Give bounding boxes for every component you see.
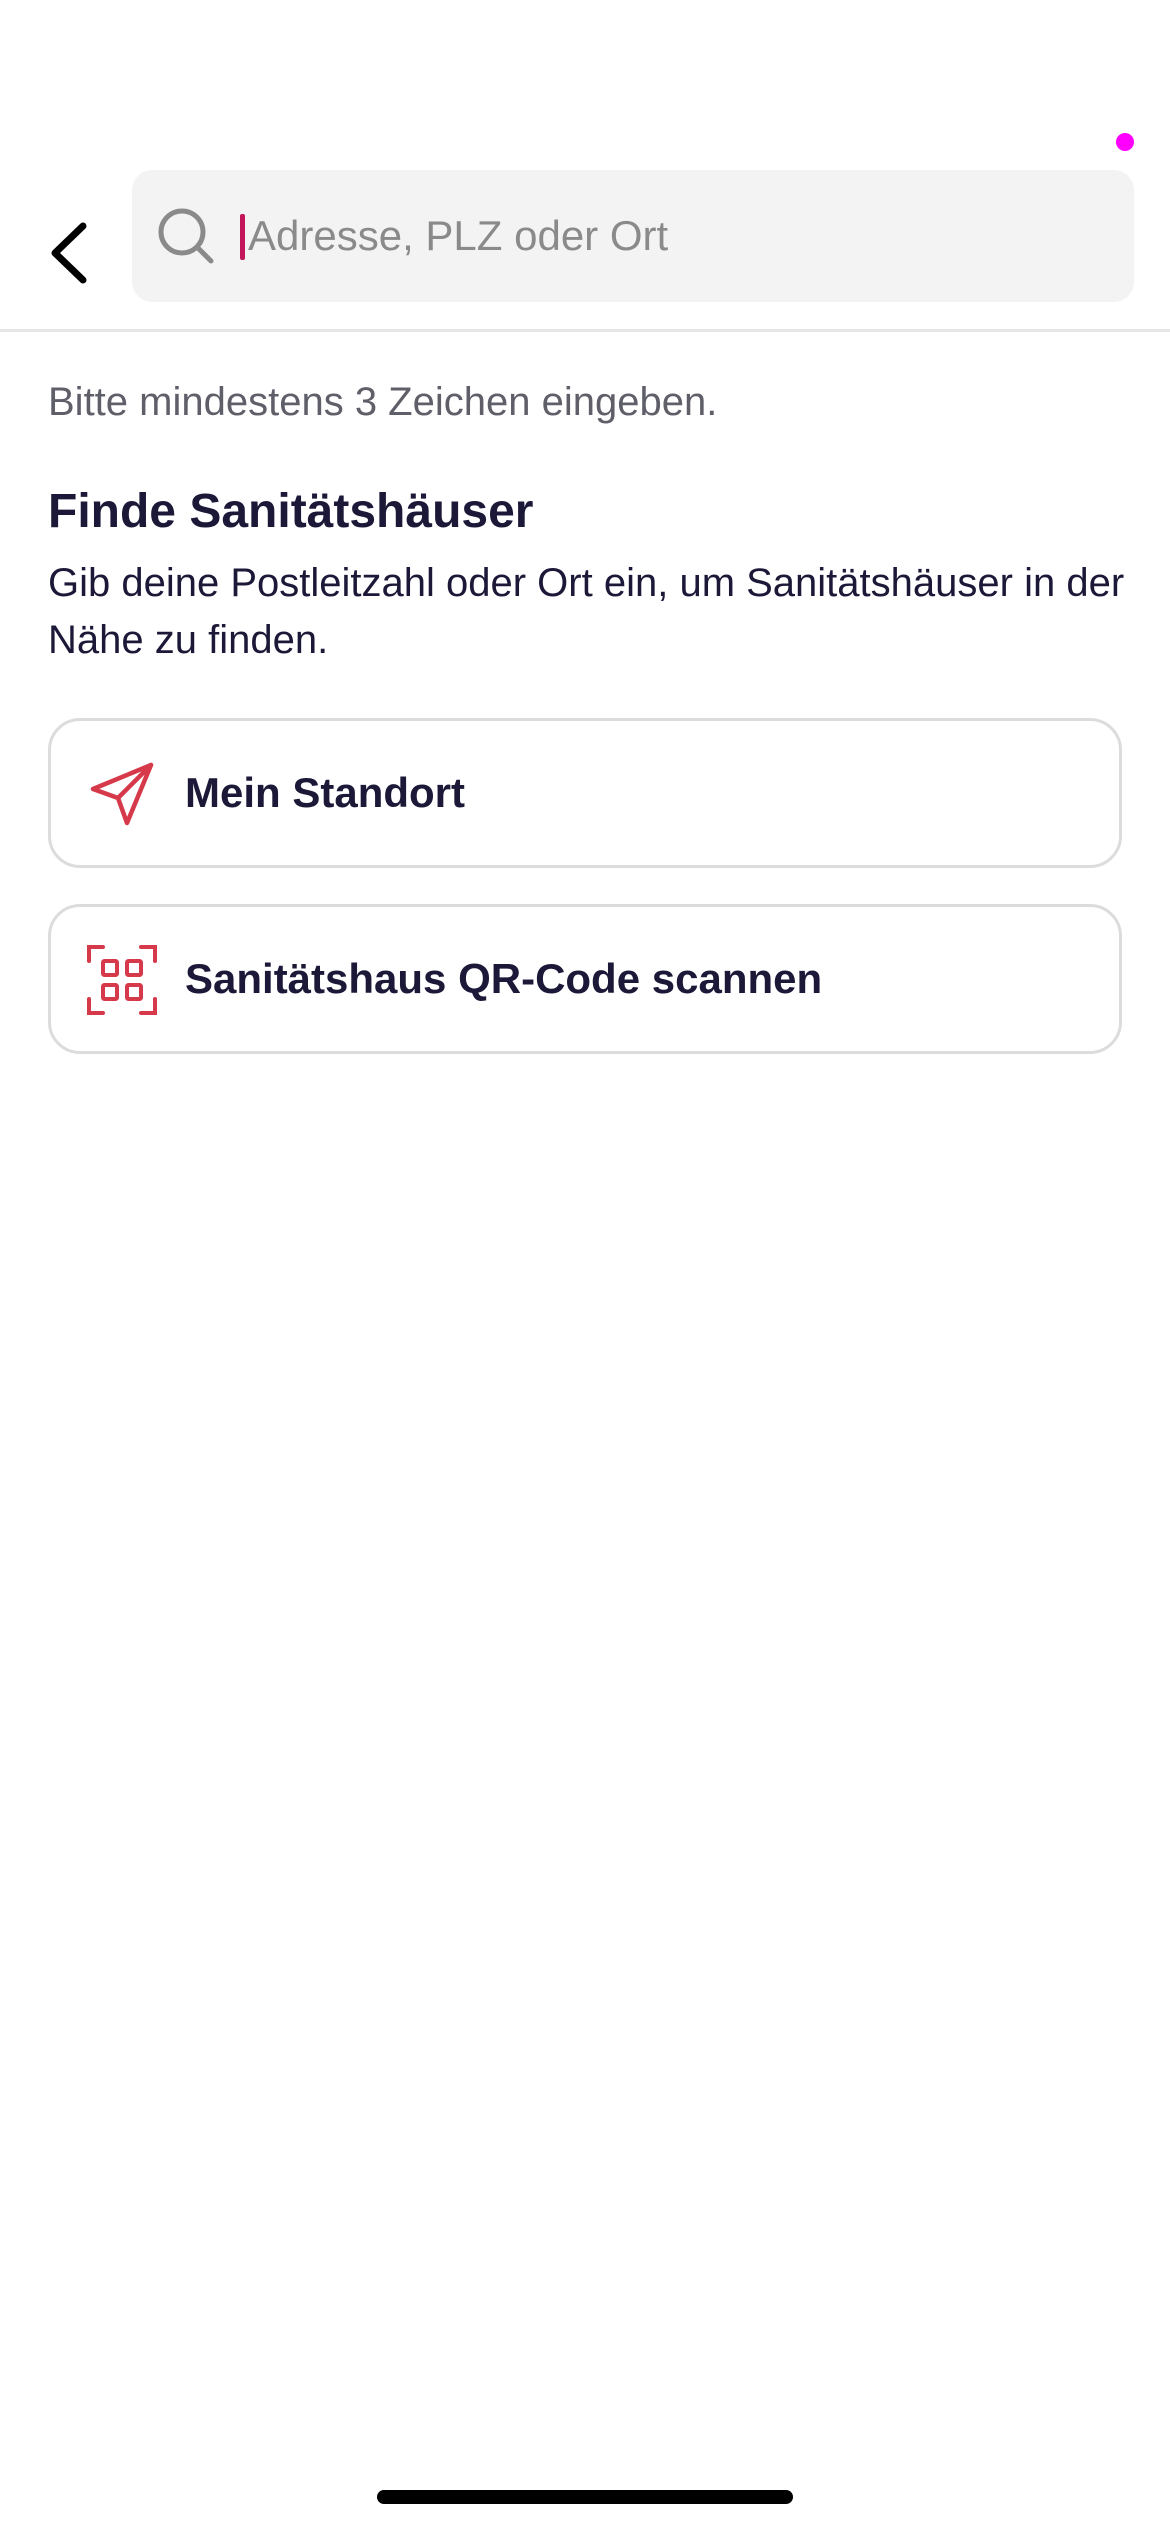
my-location-label: Mein Standort xyxy=(185,769,465,816)
search-icon xyxy=(158,208,214,264)
search-box[interactable] xyxy=(132,170,1134,302)
scan-qr-code-label: Sanitätshaus QR-Code scannen xyxy=(185,955,823,1002)
search-header xyxy=(0,168,1170,332)
text-cursor xyxy=(240,214,245,260)
navigation-arrow-icon xyxy=(90,762,154,826)
min-characters-hint: Bitte mindestens 3 Zeichen eingeben. xyxy=(48,380,718,424)
qr-scan-icon xyxy=(87,945,157,1015)
chevron-left-icon xyxy=(51,222,87,284)
my-location-button[interactable]: Mein Standort xyxy=(48,718,1122,868)
section-title: Finde Sanitätshäuser xyxy=(48,485,534,538)
back-button[interactable] xyxy=(30,198,110,308)
privacy-indicator-dot xyxy=(1116,133,1134,151)
home-indicator[interactable] xyxy=(377,2490,793,2504)
search-input[interactable] xyxy=(238,170,1128,302)
section-description: Gib deine Postleitzahl oder Ort ein, um … xyxy=(48,561,1125,662)
scan-qr-code-button[interactable]: Sanitätshaus QR-Code scannen xyxy=(48,904,1122,1054)
